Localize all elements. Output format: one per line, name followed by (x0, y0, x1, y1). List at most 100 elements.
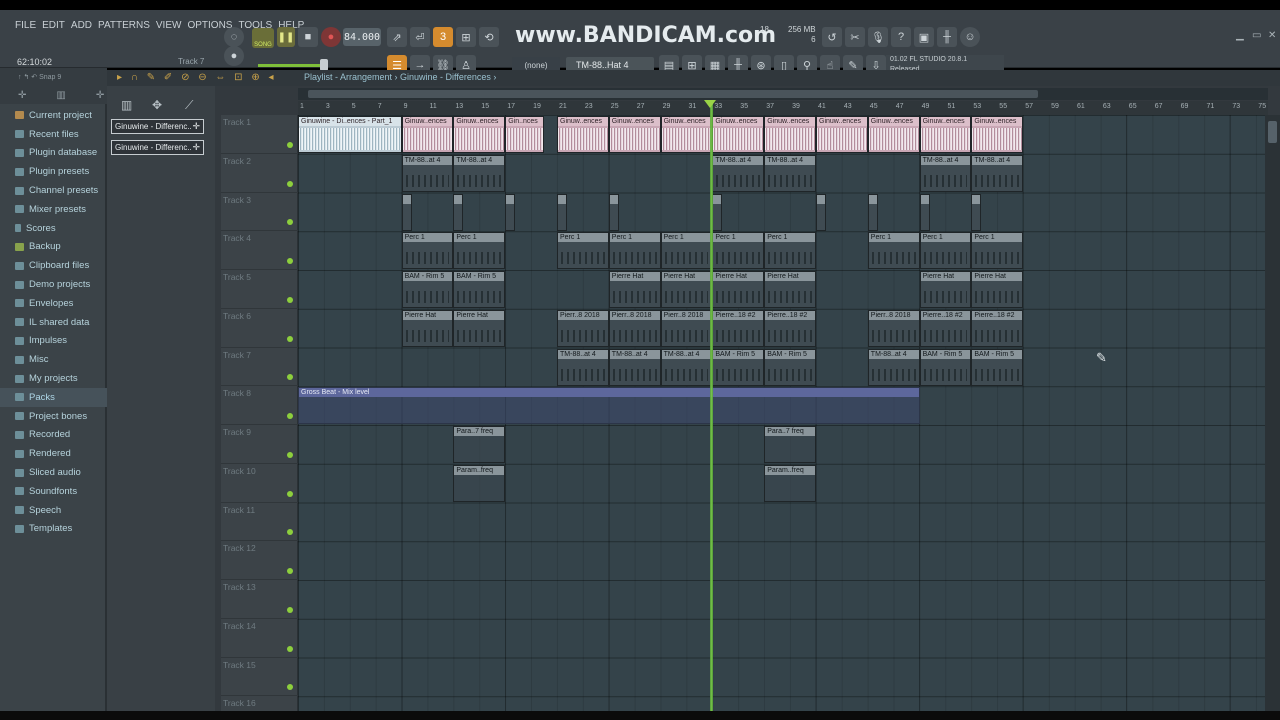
countdown-icon[interactable]: 3 (433, 27, 453, 47)
playlist-clip[interactable]: BAM - Rim 5 (919, 348, 972, 386)
loop-record-icon[interactable]: ⟲ (479, 27, 499, 47)
cut-icon[interactable]: ✂ (845, 27, 865, 47)
track-header[interactable]: Track 3 (221, 193, 298, 232)
track-mute-led[interactable] (287, 296, 293, 303)
track-header[interactable]: Track 8 (221, 386, 298, 425)
track-mute-led[interactable] (287, 180, 293, 187)
playlist-clip[interactable]: Para..7 freq (764, 426, 816, 463)
playlist-clip[interactable]: TM-88..at 4 (557, 348, 609, 386)
playlist-clip[interactable]: Pierr..8 2018 (557, 309, 609, 347)
playlist-clip[interactable]: Perc 1 (557, 232, 609, 270)
playlist-clip[interactable]: Perc 1 (660, 232, 713, 270)
playlist-clip[interactable]: Ginuw..ences (557, 116, 609, 153)
playlist-clip[interactable]: Pierr..8 2018 (660, 309, 713, 347)
browser-item-packs[interactable]: Packs (0, 387, 107, 407)
help-icon[interactable]: ? (891, 27, 911, 47)
vertical-scroll-thumb[interactable] (1268, 121, 1277, 143)
track-mute-led[interactable] (287, 451, 293, 458)
browser-item-recent-files[interactable]: Recent files (0, 125, 107, 144)
horizontal-scrollbar[interactable] (298, 88, 1268, 100)
track-mute-led[interactable] (287, 568, 293, 574)
browser-item-current-project[interactable]: Current project (0, 106, 107, 125)
track-header[interactable]: Track 12 (221, 541, 298, 580)
track-mute-led[interactable] (287, 374, 293, 381)
playlist-clip[interactable] (401, 193, 412, 231)
playlist-clip[interactable]: TM-88..at 4 (919, 154, 972, 192)
browser-item-mixer-presets[interactable]: Mixer presets (0, 200, 107, 219)
clip-source-1[interactable]: Ginuwine - Differenc.. ✛ (111, 119, 204, 134)
browser-item-sliced-audio[interactable]: Sliced audio (0, 463, 107, 482)
track-header[interactable]: Track 10 (221, 464, 298, 503)
playlist-clip[interactable] (453, 193, 464, 231)
playlist-clip[interactable]: BAM - Rim 5 (401, 271, 454, 308)
menu-add[interactable]: ADD (70, 20, 93, 31)
playlist-clip[interactable] (712, 193, 723, 231)
clip-source-2[interactable]: Ginuwine - Differenc.. ✛ (111, 140, 204, 155)
playlist-clip[interactable]: TM-88..at 4 (453, 154, 506, 192)
browser-item-speech[interactable]: Speech (0, 501, 107, 520)
playlist-clip[interactable]: Gross Beat - Mix level (298, 387, 920, 425)
browser-item-demo-projects[interactable]: Demo projects (0, 275, 107, 294)
playlist-clip[interactable] (505, 193, 516, 231)
playlist-grid[interactable]: Ginuwine - Di..ences - Part_1 Ginuw..ence… (298, 115, 1265, 711)
piano-icon[interactable]: ▥ (121, 98, 132, 112)
track-mute-led[interactable] (287, 258, 293, 264)
playlist-tools[interactable]: ▸ ∩ ✎ ✐ ⊘ ⊖ ⇔ ⊡ ⊕ ◂ (117, 72, 277, 83)
step-edit-icon[interactable]: ⊞ (456, 27, 476, 47)
playlist-clip[interactable]: Pierre Hat (660, 271, 713, 308)
playlist-clip[interactable]: Ginuw..ences (919, 116, 972, 153)
playlist-clip[interactable]: Pierre Hat (764, 271, 816, 308)
track-header[interactable]: Track 11 (221, 503, 298, 542)
picker-icons[interactable]: ▥ ✥ ⟋ (107, 86, 215, 123)
horizontal-scroll-thumb[interactable] (308, 90, 1038, 98)
playlist-clip[interactable]: BAM - Rim 5 (453, 271, 506, 308)
browser-item-plugin-presets[interactable]: Plugin presets (0, 162, 107, 181)
playlist-clip[interactable]: Ginuw..ences (971, 116, 1024, 153)
browser-item-channel-presets[interactable]: Channel presets (0, 181, 107, 200)
playlist-clip[interactable]: Ginuw..ences (816, 116, 868, 153)
track-mute-led[interactable] (287, 141, 293, 148)
track-header[interactable]: Track 13 (221, 580, 298, 619)
mixer-icon[interactable]: ╫ (937, 27, 957, 47)
track-header[interactable]: Track 4 (221, 231, 298, 270)
playlist-clip[interactable]: Pierre..18 #2 (919, 309, 972, 347)
playlist-clip[interactable]: BAM - Rim 5 (971, 348, 1024, 386)
browser-item-plugin-database[interactable]: Plugin database (0, 144, 107, 163)
close-icon[interactable]: ✕ (1268, 30, 1276, 41)
play-button[interactable]: ❚❚ (277, 27, 295, 47)
playlist-clip[interactable]: TM-88..at 4 (971, 154, 1024, 192)
playlist-clip[interactable]: Perc 1 (453, 232, 506, 270)
playlist-clip[interactable]: Pierre Hat (453, 309, 506, 347)
playlist-clip[interactable]: TM-88..at 4 (608, 348, 661, 386)
browser-item-misc[interactable]: Misc (0, 350, 107, 369)
track-header[interactable]: Track 1 (221, 115, 298, 154)
playlist-clip[interactable]: BAM - Rim 5 (764, 348, 816, 386)
track-mute-led[interactable] (287, 413, 293, 419)
stop-button[interactable]: ■ (298, 27, 318, 47)
playlist-clip[interactable] (971, 193, 982, 231)
menu-file[interactable]: FILE (14, 20, 37, 31)
playlist-clip[interactable] (867, 193, 878, 231)
playlist-clip[interactable]: Pierre Hat (919, 271, 972, 308)
playlist-clip[interactable]: Pierre..18 #2 (712, 309, 765, 347)
track-header[interactable]: Track 9 (221, 425, 298, 464)
track-header[interactable]: Track 2 (221, 154, 298, 193)
playlist-clip[interactable]: Perc 1 (764, 232, 816, 270)
playlist-clip[interactable]: Param..freq (453, 464, 506, 502)
track-mute-led[interactable] (287, 219, 293, 226)
track-header[interactable]: Track 5 (221, 270, 298, 309)
playlist-clip[interactable]: TM-88..at 4 (867, 348, 920, 386)
track-header[interactable]: Track 14 (221, 619, 298, 658)
playhead-marker[interactable] (704, 100, 716, 108)
menu-view[interactable]: VIEW (155, 20, 183, 31)
playlist-clip[interactable]: Ginuwine - Di..ences - Part_1 (298, 116, 402, 153)
wait-for-input-icon[interactable]: ⏎ (410, 27, 430, 47)
playlist-clip[interactable]: Ginuw..ences (401, 116, 454, 153)
browser-item-recorded[interactable]: Recorded (0, 426, 107, 445)
playlist-clip[interactable]: Pierr..8 2018 (608, 309, 661, 347)
browser-item-envelopes[interactable]: Envelopes (0, 294, 107, 313)
track-mute-led[interactable] (287, 335, 293, 342)
browser-item-my-projects[interactable]: My projects (0, 369, 107, 388)
playlist-clip[interactable]: Perc 1 (919, 232, 972, 270)
playlist-clip[interactable] (919, 193, 930, 231)
